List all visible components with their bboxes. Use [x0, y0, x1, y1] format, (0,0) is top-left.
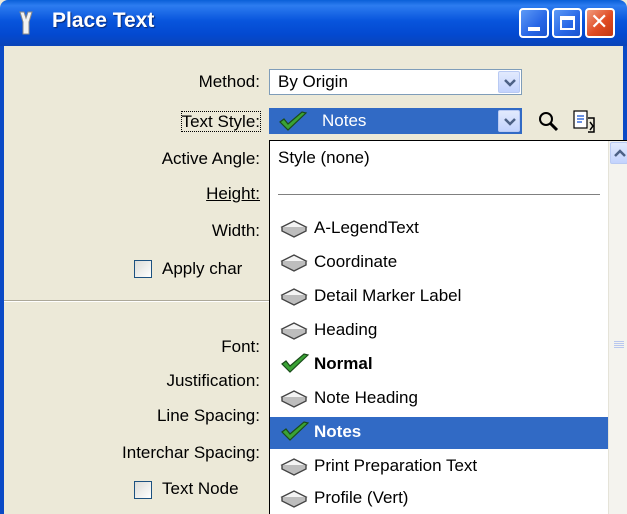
text-style-combo[interactable]: Notes [269, 108, 522, 134]
chevron-down-icon [504, 79, 516, 87]
text-style-icon [280, 288, 308, 306]
list-item-note-heading[interactable]: Note Heading [270, 383, 608, 415]
text-style-icon [280, 322, 308, 340]
apply-changes-label: Apply char [162, 259, 243, 278]
text-style-dropdown-arrow[interactable] [498, 110, 520, 132]
list-item-coordinate[interactable]: Coordinate [270, 247, 608, 279]
text-style-icon [280, 254, 308, 272]
text-style-label: Text Style: [180, 111, 262, 132]
list-item-notes[interactable]: Notes [270, 417, 608, 449]
microstation-app-icon [19, 11, 33, 35]
chevron-down-icon [504, 118, 516, 126]
maximize-icon [560, 16, 575, 30]
text-style-dropdown-list[interactable]: Style (none) A-LegendText Coordinate Det… [269, 140, 627, 514]
interchar-spacing-label: Interchar Spacing: [122, 443, 260, 462]
close-button[interactable]: ✕ [585, 8, 615, 38]
apply-changes-checkbox[interactable] [134, 260, 152, 278]
list-item-profile-vert[interactable]: Profile (Vert) [270, 483, 608, 514]
maximize-button[interactable] [552, 8, 582, 38]
list-item-print-preparation-text[interactable]: Print Preparation Text [270, 451, 608, 483]
text-style-icon [280, 490, 308, 508]
window-frame-left [0, 46, 4, 514]
magnifier-icon[interactable] [537, 110, 561, 134]
text-style-value: Notes [322, 111, 367, 130]
font-label: Font: [221, 337, 260, 356]
list-divider [278, 194, 600, 195]
method-label: Method: [198, 72, 260, 91]
method-dropdown-arrow[interactable] [498, 71, 520, 93]
text-style-icon [280, 458, 308, 476]
checkmark-icon [281, 421, 310, 441]
text-node-label: Text Node [162, 479, 239, 498]
list-item-style-none[interactable]: Style (none) [270, 143, 608, 175]
list-item-detail-marker-label[interactable]: Detail Marker Label [270, 281, 608, 313]
width-label: Width: [211, 221, 260, 240]
method-combo[interactable]: By Origin [269, 69, 522, 95]
dropdown-scrollbar[interactable] [608, 141, 627, 514]
list-item-normal[interactable]: Normal [270, 349, 608, 381]
scroll-up-button[interactable] [610, 142, 627, 164]
minimize-button[interactable] [519, 8, 549, 38]
line-spacing-label: Line Spacing: [156, 406, 260, 425]
list-item-a-legendtext[interactable]: A-LegendText [270, 213, 608, 245]
height-label: Height: [206, 184, 260, 203]
justification-label: Justification: [166, 371, 260, 390]
checkmark-icon [279, 111, 308, 131]
place-text-window: Place Text ✕ Method: By Origin Text Styl… [0, 0, 627, 514]
text-style-icon [280, 220, 308, 238]
minimize-icon [528, 27, 540, 31]
title-bar[interactable]: Place Text ✕ [0, 0, 627, 46]
list-item-heading[interactable]: Heading [270, 315, 608, 347]
chevron-up-icon [614, 149, 626, 157]
text-node-checkbox[interactable] [134, 481, 152, 499]
text-style-icon [280, 390, 308, 408]
method-value: By Origin [278, 72, 348, 91]
text-style-editor-icon[interactable] [570, 108, 598, 136]
checkmark-icon [281, 353, 310, 373]
scrollbar-grip [614, 341, 624, 349]
active-angle-label: Active Angle: [161, 149, 260, 168]
close-icon: ✕ [590, 9, 609, 34]
window-title: Place Text [52, 9, 155, 32]
